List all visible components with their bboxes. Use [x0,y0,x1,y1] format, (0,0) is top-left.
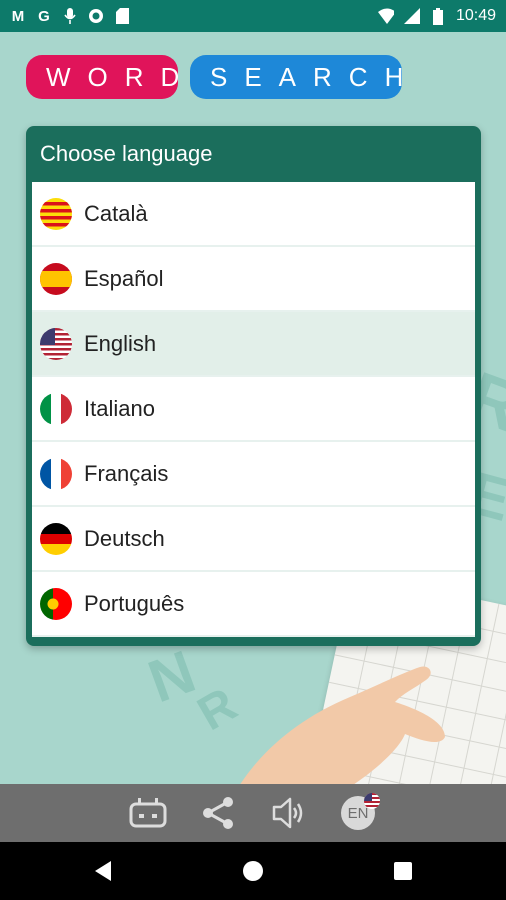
share-icon [203,797,233,829]
language-label: English [84,330,157,356]
gamepad-icon [129,798,167,828]
language-item-francais[interactable]: Français [32,442,475,505]
back-icon [95,861,111,881]
title-word-pill: WORD [26,55,179,99]
recents-icon [394,862,412,880]
navigation-bar [0,842,506,900]
usa-flag-icon [364,793,380,809]
sd-card-icon [114,8,130,24]
language-label: Français [84,460,169,486]
language-item-portugues[interactable]: Português [32,572,475,635]
back-button[interactable] [83,851,123,891]
language-label: Italiano [84,395,155,421]
language-list: Català Español English Italiano Français… [32,182,475,637]
catalan-flag-icon [40,197,72,230]
google-icon: G [38,7,50,25]
home-button[interactable] [233,851,273,891]
hand-image [240,666,445,784]
signal-icon [403,8,420,24]
mic-icon [62,8,78,24]
portugal-flag-icon [40,587,72,620]
france-flag-icon [40,457,72,490]
home-icon [243,861,263,881]
germany-flag-icon [40,522,72,555]
wifi-icon [377,8,394,24]
clock: 10:49 [455,7,496,24]
circle-icon [88,8,104,24]
language-item-espanol[interactable]: Español [32,247,475,310]
language-button[interactable]: EN [338,793,380,833]
recents-button[interactable] [383,851,423,891]
sound-button[interactable] [268,793,308,833]
status-bar: M G 10:49 [0,0,506,32]
language-label: Español [84,265,164,291]
app-title: WORD SEARCH [26,55,403,99]
language-item-italiano[interactable]: Italiano [32,377,475,440]
battery-icon [430,7,446,25]
title-search-pill: SEARCH [190,55,403,99]
language-item-deutsch[interactable]: Deutsch [32,507,475,570]
italy-flag-icon [40,392,72,425]
spain-flag-icon [40,262,72,295]
language-label: Deutsch [84,525,165,551]
language-label: Português [84,590,185,616]
bottom-toolbar: EN [0,784,506,842]
dialog-title: Choose language [40,141,213,166]
share-button[interactable] [198,793,238,833]
language-label: Català [84,200,148,226]
gmail-icon: M [11,7,25,25]
language-dialog: Choose language Català Español English I… [26,126,481,646]
sound-icon [272,797,303,829]
language-item-english[interactable]: English [32,312,475,375]
gamepad-button[interactable] [128,793,168,833]
usa-flag-icon [40,327,72,360]
language-item-catala[interactable]: Català [32,182,475,245]
